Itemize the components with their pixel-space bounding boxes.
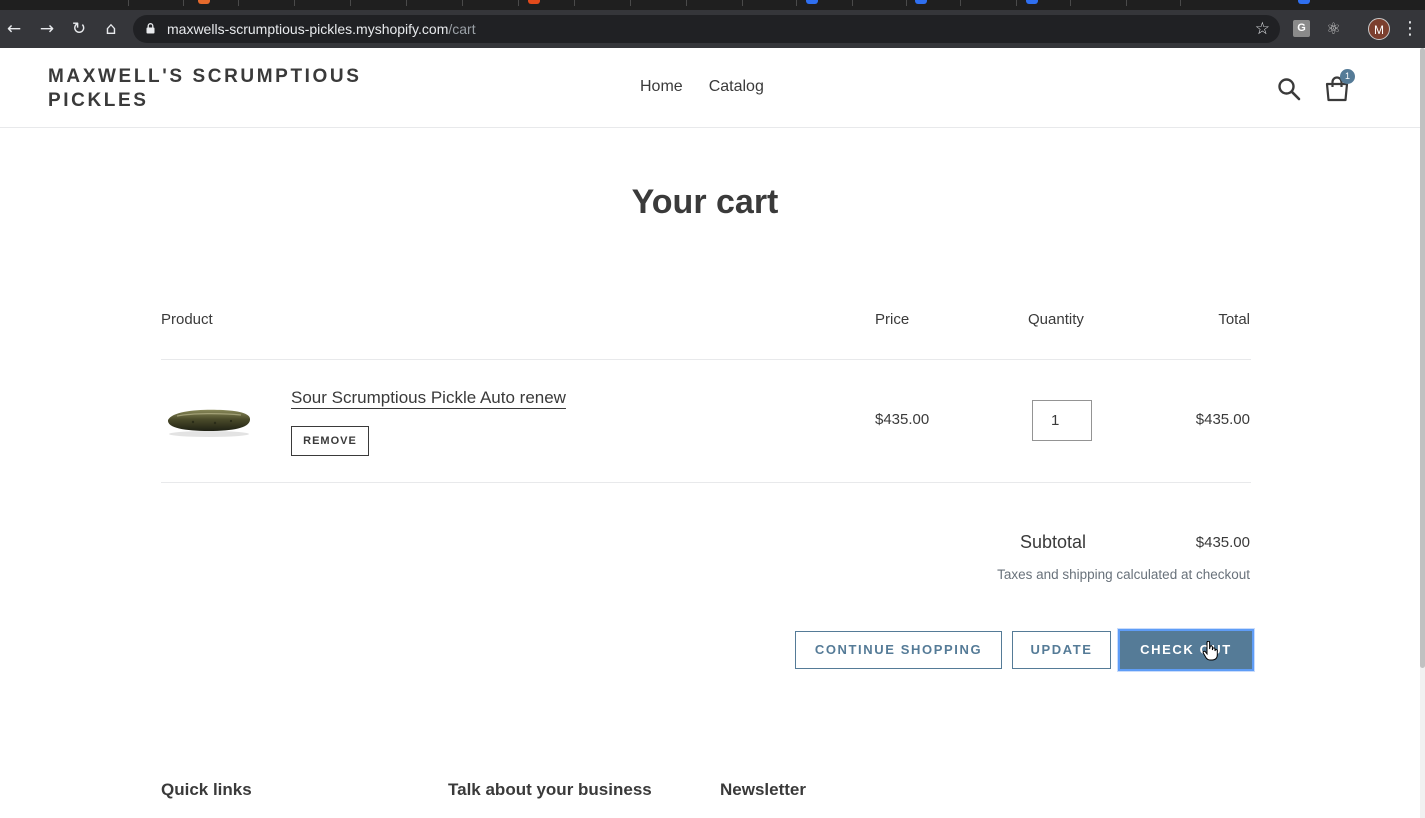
cart-item-total: $435.00 [1195, 411, 1250, 428]
tab-favicon-icon[interactable] [915, 0, 927, 4]
browser-tab-strip [0, 0, 1425, 10]
tab-divider [183, 0, 184, 6]
tab-divider [796, 0, 797, 6]
address-url: maxwells-scrumptious-pickles.myshopify.c… [167, 21, 476, 37]
update-cart-button[interactable]: UPDATE [1012, 631, 1111, 669]
address-bar[interactable]: maxwells-scrumptious-pickles.myshopify.c… [133, 15, 1280, 43]
url-path: /cart [448, 21, 476, 37]
subtotal-label: Subtotal [1020, 532, 1087, 552]
tab-favicon-icon[interactable] [1026, 0, 1038, 4]
hand-pointer-cursor-icon [1202, 641, 1218, 661]
column-header-total: Total [1218, 311, 1250, 328]
cart-item-title-link[interactable]: Sour Scrumptious Pickle Auto renew [291, 388, 566, 408]
remove-item-button[interactable]: REMOVE [291, 426, 369, 456]
tab-divider [1016, 0, 1017, 6]
column-header-product: Product [161, 311, 213, 328]
pickle-product-image[interactable] [163, 396, 255, 444]
tab-divider [350, 0, 351, 6]
checkout-button[interactable]: CHECK OUT [1118, 629, 1254, 671]
tab-divider [1126, 0, 1127, 6]
tab-divider [852, 0, 853, 6]
quantity-input[interactable] [1032, 400, 1092, 441]
tab-divider [742, 0, 743, 6]
column-header-quantity: Quantity [1028, 311, 1084, 328]
tab-divider [1180, 0, 1181, 6]
column-header-price: Price [875, 311, 910, 328]
url-host: maxwells-scrumptious-pickles.myshopify.c… [167, 21, 449, 37]
back-arrow-icon[interactable]: ← [4, 19, 24, 39]
footer-heading-quick-links: Quick links [161, 780, 252, 799]
page-title: Your cart [631, 183, 779, 221]
home-icon[interactable]: ⌂ [101, 19, 121, 39]
store-logo[interactable]: MAXWELL'S SCRUMPTIOUS PICKLES [48, 65, 388, 113]
tab-favicon-icon[interactable] [1298, 0, 1310, 4]
reload-icon[interactable]: ↻ [69, 19, 89, 39]
tab-favicon-icon[interactable] [198, 0, 210, 4]
tab-divider [906, 0, 907, 6]
site-header: MAXWELL'S SCRUMPTIOUS PICKLES Home Catal… [0, 48, 1420, 128]
tab-favicon-icon[interactable] [528, 0, 540, 4]
tab-divider [462, 0, 463, 6]
tax-shipping-note: Taxes and shipping calculated at checkou… [997, 567, 1250, 582]
table-divider [161, 482, 1251, 483]
tab-favicon-icon[interactable] [806, 0, 818, 4]
nav-home[interactable]: Home [640, 78, 683, 96]
tab-divider [294, 0, 295, 6]
browser-menu-icon[interactable]: ⋮ [1401, 19, 1419, 39]
main-nav: Home Catalog [640, 78, 764, 96]
tab-divider [128, 0, 129, 6]
scrollbar-thumb[interactable] [1420, 48, 1425, 668]
footer-heading-talk-about-business: Talk about your business [448, 780, 652, 799]
tab-divider [238, 0, 239, 6]
tab-divider [686, 0, 687, 6]
tab-divider [960, 0, 961, 6]
table-divider [161, 359, 1251, 360]
react-devtools-icon[interactable]: ⚛ [1325, 20, 1342, 37]
tab-divider [1070, 0, 1071, 6]
shop-page: MAXWELL'S SCRUMPTIOUS PICKLES Home Catal… [0, 48, 1420, 818]
tab-divider [518, 0, 519, 6]
lock-icon [146, 23, 155, 34]
cart-item-price: $435.00 [875, 411, 930, 428]
cart-count-badge: 1 [1340, 69, 1355, 84]
tab-divider [630, 0, 631, 6]
continue-shopping-button[interactable]: CONTINUE SHOPPING [795, 631, 1002, 669]
bookmark-star-icon[interactable]: ☆ [1255, 19, 1270, 39]
nav-catalog[interactable]: Catalog [709, 78, 764, 96]
browser-toolbar: ← → ↻ ⌂ maxwells-scrumptious-pickles.mys… [0, 10, 1425, 48]
tab-divider [574, 0, 575, 6]
forward-arrow-icon[interactable]: → [37, 19, 57, 39]
subtotal-value: $435.00 [1195, 534, 1250, 551]
extension-g-icon[interactable]: G [1293, 20, 1310, 37]
search-icon[interactable] [1277, 77, 1301, 101]
profile-avatar[interactable]: M [1368, 18, 1390, 40]
tab-divider [406, 0, 407, 6]
footer-heading-newsletter: Newsletter [720, 780, 806, 799]
page-scrollbar[interactable] [1420, 48, 1425, 818]
